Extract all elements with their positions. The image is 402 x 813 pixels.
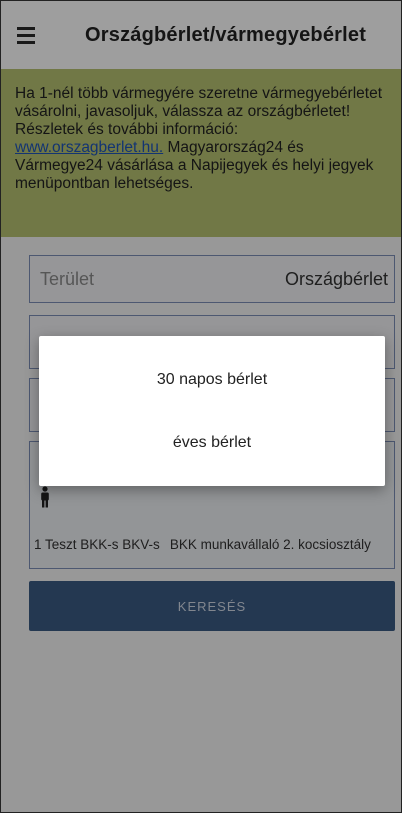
- ticket-period-dialog: 30 napos bérlet éves bérlet: [39, 336, 385, 486]
- app-frame: Országbérlet/vármegyebérlet Ha 1-nél töb…: [0, 0, 402, 813]
- option-30-day-pass[interactable]: 30 napos bérlet: [39, 356, 385, 404]
- option-annual-pass[interactable]: éves bérlet: [39, 419, 385, 467]
